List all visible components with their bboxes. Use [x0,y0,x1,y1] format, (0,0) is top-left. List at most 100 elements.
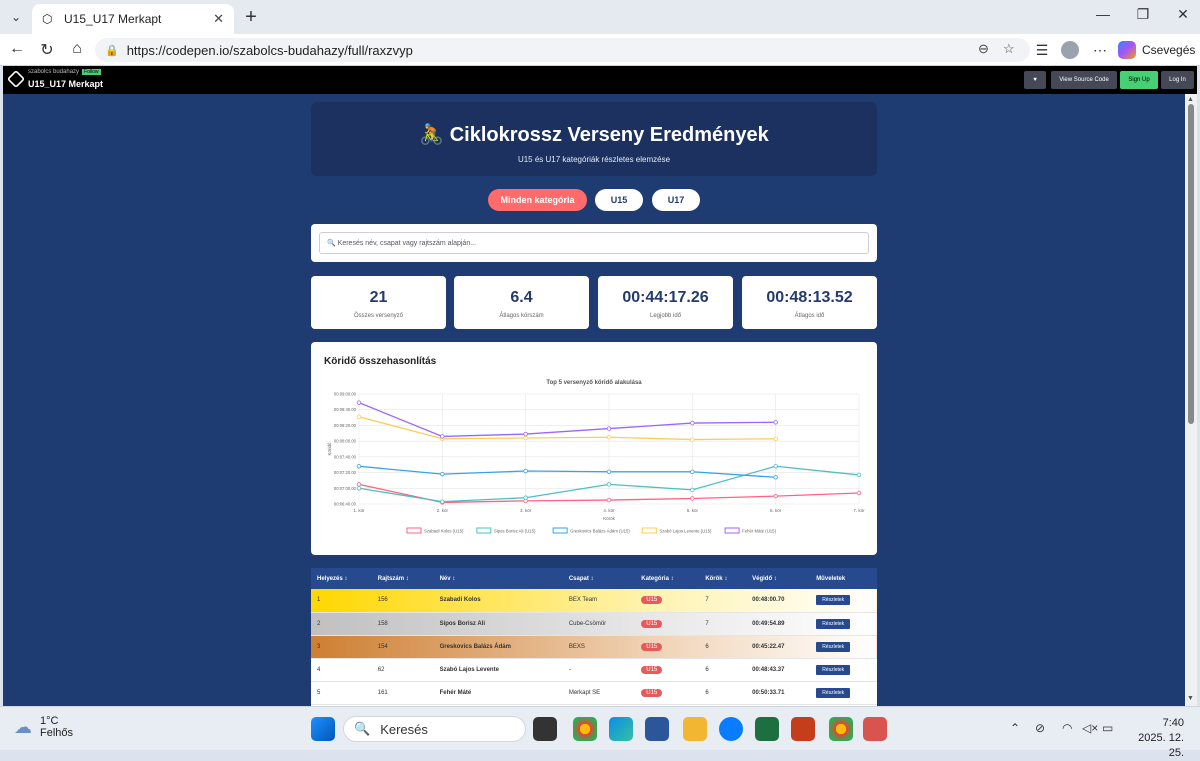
y-tick-label: 00:06:40.00 [334,502,357,507]
scroll-down-icon[interactable]: ▼ [1187,695,1194,702]
table-cell: 00:49:54.89 [752,620,785,627]
scroll-up-icon[interactable]: ▲ [1187,96,1194,103]
search-input[interactable]: 🔍 Keresés név, csapat vagy rajtszám alap… [319,232,869,254]
favorite-star-icon[interactable]: ☆ [1003,41,1015,57]
data-point [356,486,362,491]
reload-icon[interactable]: ↻ [36,40,58,60]
details-button[interactable]: Részletek [816,595,851,606]
data-point [690,469,695,474]
column-header[interactable]: Csapat ↕ [563,568,635,589]
table-cell: 4 [317,666,321,673]
cell-category: U15 [635,658,699,681]
details-button[interactable]: Részletek [816,664,851,675]
start-icon[interactable] [311,717,335,741]
column-header[interactable]: Helyezés ↕ [311,568,372,589]
data-point [606,497,612,503]
column-header[interactable]: Végidő ↕ [746,568,810,589]
details-button[interactable]: Részletek [816,687,851,698]
column-header[interactable]: Körök ↕ [699,568,746,589]
table-cell: 00:48:00.70 [752,597,785,604]
sign-up-button[interactable]: Sign Up [1120,71,1158,89]
heart-icon: ♥ [1033,77,1037,83]
edge-icon[interactable] [609,717,633,741]
details-button[interactable]: Részletek [816,641,851,652]
home-icon[interactable]: ⌂ [66,40,88,58]
legend-label: Szabadi Kolos (U15) [424,529,464,534]
legend-label: Szabó Lajos Levente (U15) [659,529,712,534]
pen-title: U15_U17 Merkapt [28,79,104,89]
table-cell: BEXS [568,643,585,650]
search-icon: 🔍 [354,721,371,736]
restore-icon[interactable]: ❐ [1128,6,1158,23]
copilot-button[interactable]: Csevegés [1118,39,1195,61]
page-scrollbar[interactable]: ▲ ▼ [1185,94,1197,706]
scroll-thumb[interactable] [1188,104,1194,424]
y-tick-label: 00:09:00.00 [334,392,357,397]
taskbar-search[interactable]: 🔍 Keresés [343,716,526,742]
data-point [773,475,778,480]
weather-widget[interactable]: ☁ 1°C Felhős [14,715,73,739]
calculator-icon[interactable] [863,717,887,741]
tab-close-icon[interactable]: ✕ [213,11,224,27]
browser-tab-bar: ⌄ ⬡ U15_U17 Merkapt ✕ + — ❐ ✕ [0,0,1200,34]
view-source-button[interactable]: View Source Code [1051,71,1117,89]
log-in-button[interactable]: Log In [1161,71,1194,89]
category-badge: U15 [641,665,663,674]
follow-badge[interactable]: Follow [82,69,101,75]
filter-u17-button[interactable]: U17 [652,189,700,211]
table-cell: Szabó Lajos Levente [439,666,499,673]
table-cell: 2 [317,620,321,627]
new-tab-icon[interactable]: + [240,6,262,29]
profile-avatar[interactable] [1061,41,1079,59]
details-button[interactable]: Részletek [816,618,851,629]
column-header[interactable]: Kategória ↕ [635,568,699,589]
excel-icon[interactable] [755,717,779,741]
tray-app-icon[interactable]: ⊘ [1035,721,1045,735]
cell-actions: Részletek [810,612,877,635]
tab-list-chevron-icon[interactable]: ⌄ [4,6,28,28]
favorites-list-icon[interactable]: ☰ [1032,42,1052,59]
clock[interactable]: 7:40 2025. 12. 25. [1126,716,1184,761]
chrome-icon[interactable] [573,717,597,741]
file-explorer-icon[interactable] [683,717,707,741]
heart-button[interactable]: ♥ [1024,71,1046,89]
data-point [773,436,778,441]
copilot-label: Csevegés [1142,43,1196,57]
wifi-icon[interactable]: ◠ [1062,721,1072,735]
legend-label: Greskovics Balázs Ádám (U15) [570,529,630,534]
cell-actions: Részletek [810,635,877,658]
powerpoint-icon[interactable] [791,717,815,741]
messenger-icon[interactable] [719,717,743,741]
codepen-logo-icon[interactable] [6,69,26,89]
x-tick-label: 4. kör [603,508,615,513]
minimize-icon[interactable]: — [1088,6,1118,22]
volume-icon[interactable]: ◁× [1082,721,1098,735]
tab-active[interactable]: ⬡ U15_U17 Merkapt ✕ [32,4,234,34]
url-field[interactable]: 🔒 https://codepen.io/szabolcs-budahazy/f… [95,38,1030,62]
column-header[interactable]: Név ↕ [434,568,563,589]
page-title-text: Ciklokrossz Verseny Eredmények [449,124,769,146]
stat-value: 00:44:17.26 [622,289,709,306]
y-tick-label: 00:07:40.00 [334,454,357,459]
tray-chevron-icon[interactable]: ⌃ [1010,721,1020,735]
task-view-icon[interactable] [533,717,557,741]
table-cell: Szabadi Kolos [439,597,481,604]
battery-icon[interactable]: ▭ [1102,721,1113,735]
table-cell: 7 [705,597,709,604]
outlook-icon[interactable] [645,717,669,741]
data-point [606,482,612,487]
filter-u15-button[interactable]: U15 [595,189,643,211]
stat-card-best-time: 00:44:17.26 Legjobb idő [598,276,733,329]
chrome-profile-icon[interactable] [829,717,853,741]
more-menu-icon[interactable]: ⋯ [1090,42,1110,59]
codepen-user[interactable]: szabolcs budahazy Follow [28,69,101,75]
data-point [356,464,362,469]
table-cell: Fehér Máté [439,689,472,696]
zoom-icon[interactable]: ⊖ [978,41,989,57]
column-header[interactable]: Rajtszám ↕ [372,568,434,589]
filter-all-button[interactable]: Minden kategória [488,189,587,211]
window-close-icon[interactable]: ✕ [1168,6,1198,23]
category-badge: U15 [641,688,663,697]
back-icon[interactable]: ← [6,40,28,58]
data-point [606,435,612,440]
